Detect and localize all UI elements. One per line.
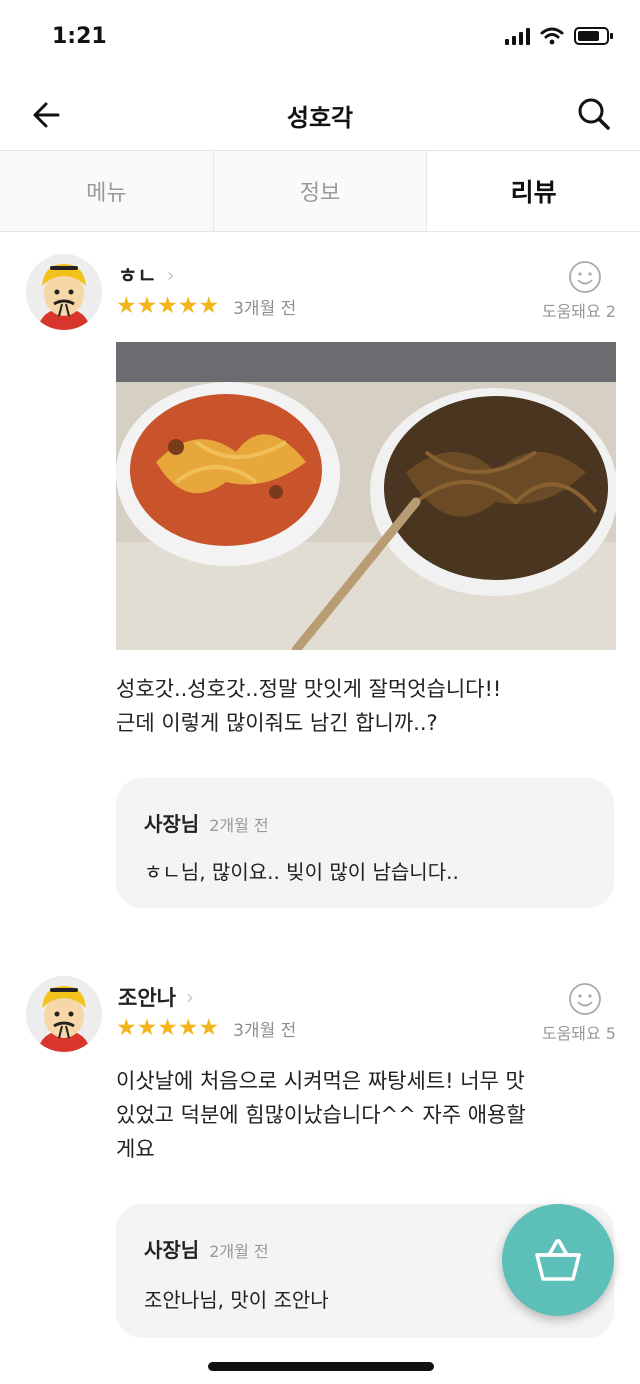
review-text-line: 게요 bbox=[116, 1137, 155, 1161]
helpful-button[interactable]: 도움돼요 2 bbox=[506, 260, 616, 322]
reply-owner: 사장님 bbox=[144, 1238, 200, 1262]
cart-button[interactable] bbox=[502, 1204, 614, 1316]
signal-icon bbox=[505, 27, 530, 45]
tab-reviews[interactable]: 리뷰 bbox=[427, 151, 640, 231]
chevron-right-icon: › bbox=[166, 263, 175, 287]
reply-date: 2개월 전 bbox=[209, 1242, 269, 1261]
tab-bar: 메뉴 정보 리뷰 bbox=[0, 150, 640, 232]
page-title: 성호각 bbox=[286, 104, 354, 132]
review-text-line: 근데 이렇게 많이줘도 남긴 합니까..? bbox=[116, 711, 438, 735]
shopping-basket-icon bbox=[535, 1239, 581, 1281]
status-bar: 1:21 bbox=[0, 0, 640, 80]
rating-stars: ★★★★★ 3개월 전 bbox=[116, 293, 297, 320]
rating-stars: ★★★★★ 3개월 전 bbox=[116, 1015, 297, 1042]
review-text-line: 있었고 덕분에 힘많이났습니다^^ 자주 애용할 bbox=[116, 1103, 526, 1127]
avatar[interactable] bbox=[26, 976, 102, 1052]
reply-date: 2개월 전 bbox=[209, 816, 269, 835]
review-text: 성호갓..성호갓..정말 맛잇게 잘먹엇습니다!! 근데 이렇게 많이줘도 남긴… bbox=[116, 672, 616, 740]
smile-icon bbox=[569, 983, 601, 1015]
review-item: ㅎㄴ › ★★★★★ 3개월 전 도움돼요 2 성호갓..성호갓..정말 맛잇게… bbox=[0, 254, 640, 914]
wifi-icon bbox=[540, 27, 564, 45]
status-icons bbox=[505, 26, 614, 46]
nav-bar: 성호각 bbox=[0, 80, 640, 150]
review-text: 이삿날에 처음으로 시켜먹은 짜탕세트! 너무 맛 있었고 덕분에 힘많이났습니… bbox=[116, 1064, 616, 1166]
owner-reply: 사장님 2개월 전 ㅎㄴ님, 많이요.. 빚이 많이 남습니다.. bbox=[116, 778, 614, 908]
helpful-count: 도움돼요 5 bbox=[541, 1024, 616, 1043]
star-rating-icons: ★★★★★ bbox=[116, 1015, 220, 1041]
reviewer-name[interactable]: 조안나 › bbox=[118, 982, 194, 1012]
avatar[interactable] bbox=[26, 254, 102, 330]
reviewer-name-text: ㅎㄴ bbox=[118, 264, 157, 288]
battery-icon bbox=[574, 26, 614, 46]
reply-text: 조안나님, 맛이 조안나 bbox=[144, 1288, 329, 1312]
reply-text: ㅎㄴ님, 많이요.. 빚이 많이 남습니다.. bbox=[144, 860, 459, 884]
tab-info[interactable]: 정보 bbox=[213, 151, 428, 231]
chevron-right-icon: › bbox=[185, 985, 194, 1009]
review-date: 3개월 전 bbox=[233, 1021, 297, 1041]
reviewer-name-text: 조안나 bbox=[118, 986, 176, 1010]
reply-owner: 사장님 bbox=[144, 812, 200, 836]
helpful-button[interactable]: 도움돼요 5 bbox=[506, 982, 616, 1044]
star-rating-icons: ★★★★★ bbox=[116, 293, 220, 319]
search-icon[interactable] bbox=[574, 94, 614, 134]
review-text-line: 성호갓..성호갓..정말 맛잇게 잘먹엇습니다!! bbox=[116, 677, 502, 701]
review-photo[interactable] bbox=[116, 342, 616, 650]
review-text-line: 이삿날에 처음으로 시켜먹은 짜탕세트! 너무 맛 bbox=[116, 1069, 525, 1093]
status-time: 1:21 bbox=[52, 24, 107, 49]
review-date: 3개월 전 bbox=[233, 299, 297, 319]
smile-icon bbox=[569, 261, 601, 293]
helpful-count: 도움돼요 2 bbox=[541, 302, 616, 321]
tab-menu[interactable]: 메뉴 bbox=[0, 151, 214, 231]
home-indicator[interactable] bbox=[208, 1362, 434, 1371]
reviewer-name[interactable]: ㅎㄴ › bbox=[118, 260, 175, 290]
